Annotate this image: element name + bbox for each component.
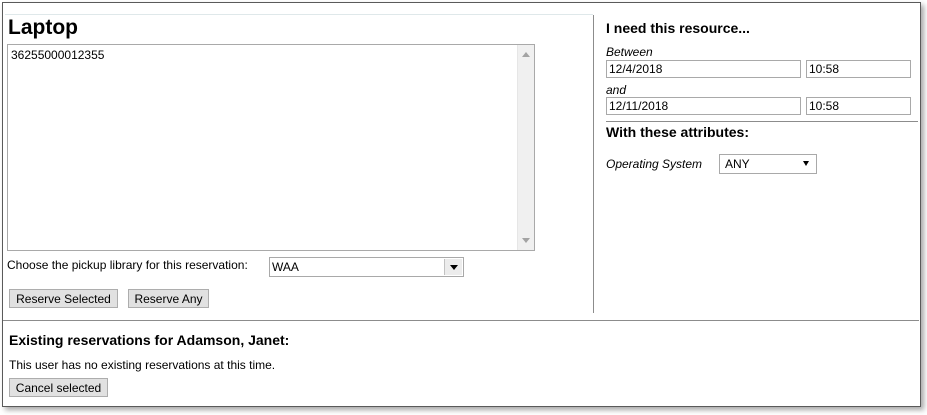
pickup-library-value: WAA (272, 260, 299, 274)
existing-reservations-heading: Existing reservations for Adamson, Janet… (9, 332, 290, 348)
attributes-rule (606, 121, 918, 122)
scroll-down-icon[interactable] (522, 238, 530, 243)
start-date-value: 12/4/2018 (609, 62, 663, 76)
and-label: and (606, 83, 627, 97)
end-time-input[interactable]: 10:58 (806, 97, 911, 115)
chevron-down-icon (450, 265, 458, 270)
attributes-heading: With these attributes: (606, 124, 749, 140)
cancel-selected-button[interactable]: Cancel selected (9, 378, 108, 397)
start-date-input[interactable]: 12/4/2018 (606, 60, 801, 78)
no-reservations-message: This user has no existing reservations a… (9, 358, 276, 372)
dropdown-button[interactable] (444, 259, 462, 275)
scroll-up-icon[interactable] (522, 52, 530, 57)
end-date-value: 12/11/2018 (609, 99, 669, 113)
top-rule (5, 14, 593, 15)
reserve-any-button[interactable]: Reserve Any (128, 289, 209, 308)
chevron-down-icon (803, 161, 809, 166)
operating-system-label: Operating System (606, 157, 703, 171)
section-divider (3, 320, 919, 321)
between-label: Between (606, 45, 653, 59)
reserve-selected-button[interactable]: Reserve Selected (9, 289, 118, 308)
column-divider (593, 15, 594, 313)
operating-system-select[interactable]: ANY (719, 154, 817, 174)
resource-title: Laptop (8, 16, 78, 39)
barcode-listbox[interactable]: 36255000012355 (7, 44, 535, 251)
pickup-library-label: Choose the pickup library for this reser… (7, 258, 248, 272)
end-time-value: 10:58 (809, 99, 840, 113)
pickup-library-select[interactable]: WAA (269, 257, 464, 277)
operating-system-value: ANY (725, 157, 750, 171)
listbox-scrollbar[interactable] (517, 45, 534, 250)
barcode-list-item[interactable]: 36255000012355 (11, 48, 104, 62)
end-date-input[interactable]: 12/11/2018 (606, 97, 801, 115)
start-time-input[interactable]: 10:58 (806, 60, 911, 78)
start-time-value: 10:58 (809, 62, 840, 76)
need-resource-heading: I need this resource... (606, 20, 750, 36)
